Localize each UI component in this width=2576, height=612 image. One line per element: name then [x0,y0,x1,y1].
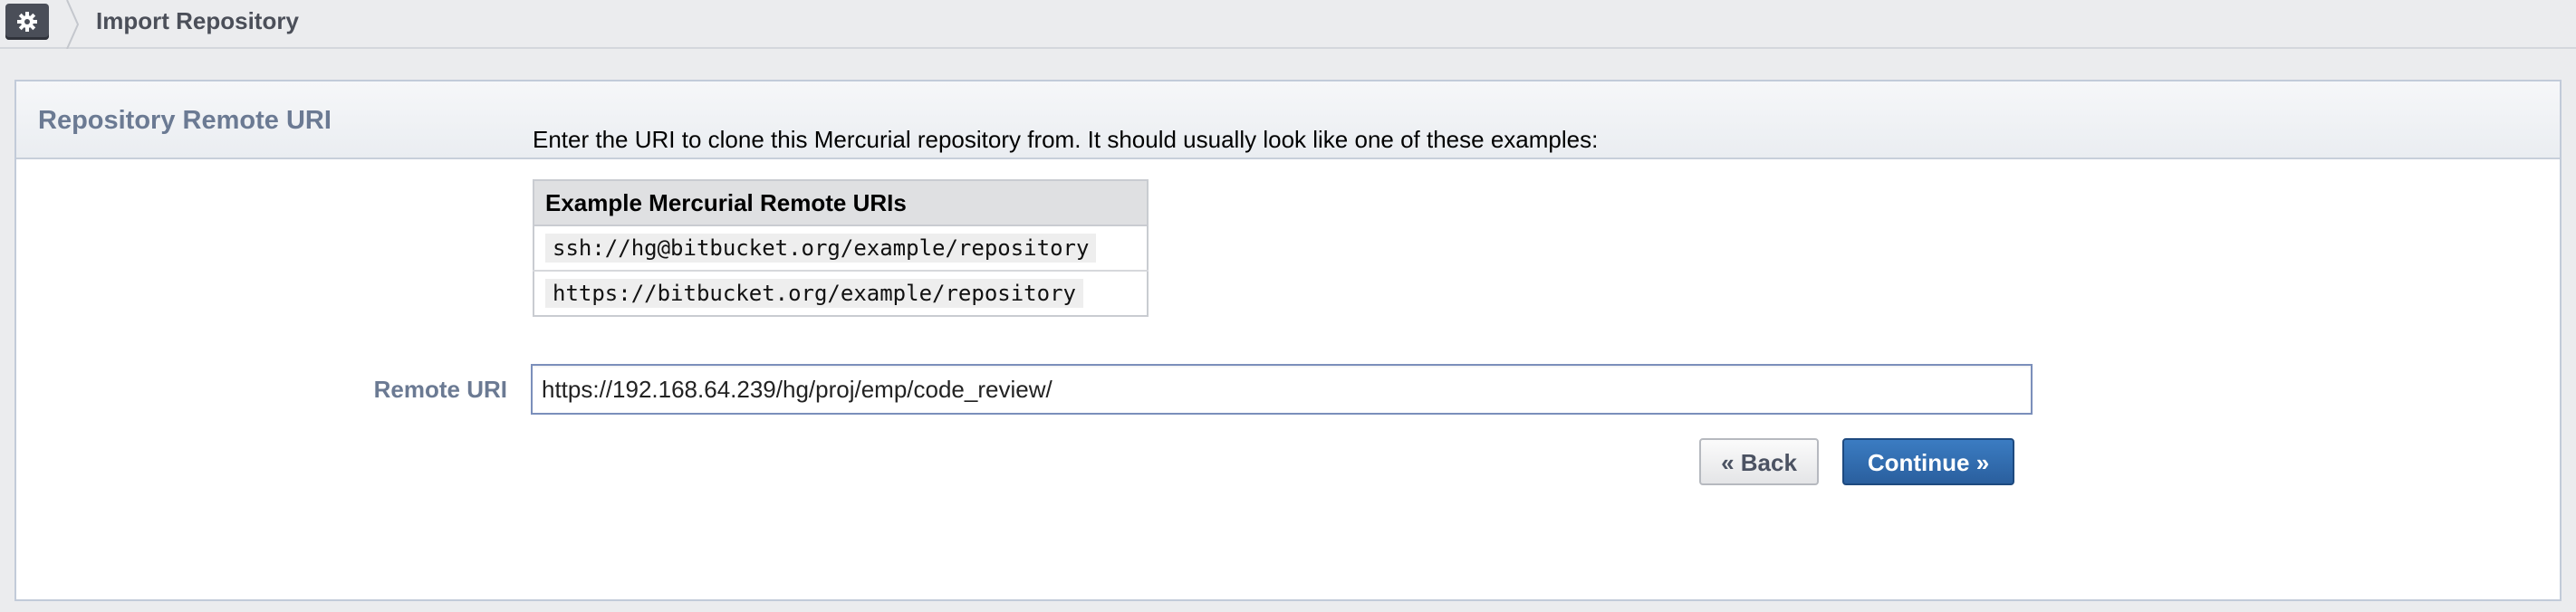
table-row: https://bitbucket.org/example/repository [533,270,1148,316]
remote-uri-label: Remote URI [373,376,507,403]
table-cell: https://bitbucket.org/example/repository [533,270,1148,316]
table-row: ssh://hg@bitbucket.org/example/repositor… [533,225,1148,271]
example-uri-ssh: ssh://hg@bitbucket.org/example/repositor… [545,234,1097,263]
remote-uri-panel: Repository Remote URI [14,80,2562,601]
table-cell: ssh://hg@bitbucket.org/example/repositor… [533,225,1148,271]
crumb-bar: Import Repository [0,0,2576,49]
breadcrumb-separator [66,0,80,49]
example-uris-table: Example Mercurial Remote URIs ssh://hg@b… [533,179,1149,317]
back-button[interactable]: « Back [1699,438,1819,485]
panel-title: Repository Remote URI [38,106,332,135]
example-uris-header: Example Mercurial Remote URIs [533,180,1148,226]
breadcrumb-title[interactable]: Import Repository [96,7,299,34]
remote-uri-input[interactable] [531,364,2033,415]
gear-glyph [17,12,37,32]
instructions-text: Enter the URI to clone this Mercurial re… [533,126,1599,153]
continue-button[interactable]: Continue » [1842,438,2014,485]
gear-icon[interactable] [5,4,49,40]
example-uri-https: https://bitbucket.org/example/repository [545,279,1083,308]
